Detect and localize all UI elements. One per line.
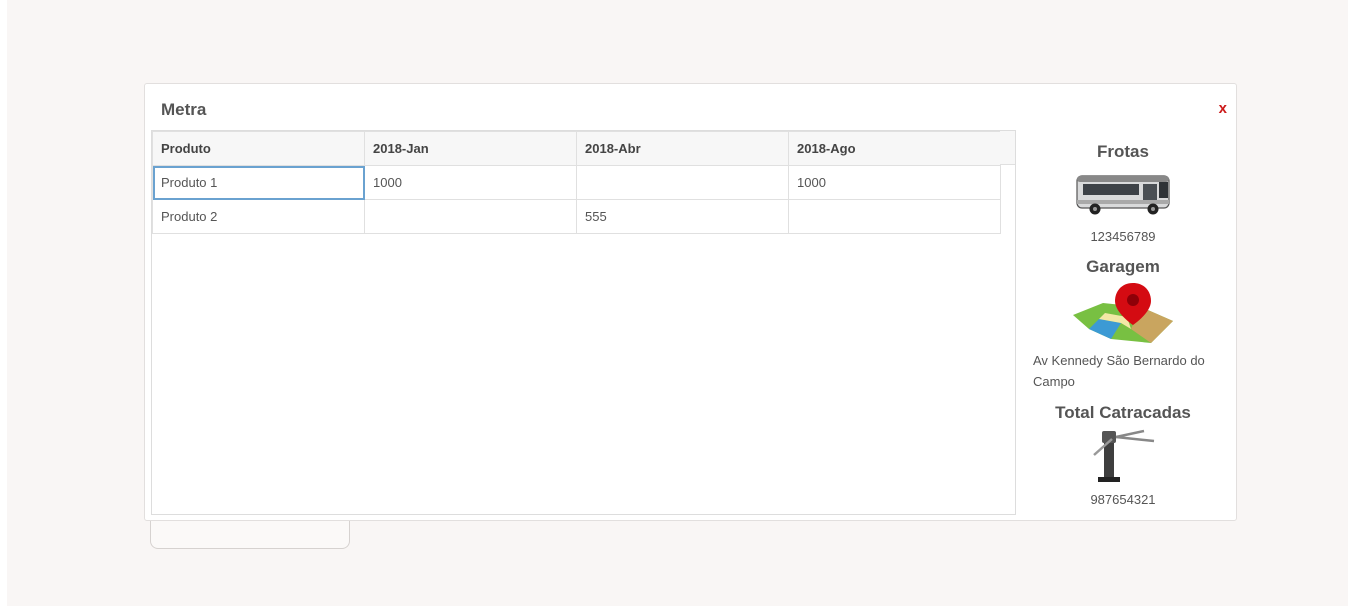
product-grid: Produto 2018-Jan 2018-Abr 2018-Ago Produ… [151,130,1016,515]
map-pin-icon [1023,281,1223,350]
header-scrollbar-spacer [1000,131,1015,165]
table-cell[interactable] [576,165,789,200]
turnstiles-heading: Total Catracadas [1055,403,1191,422]
table-row: Produto 2 555 [152,199,1001,234]
product-table: Produto 2018-Jan 2018-Abr 2018-Ago Produ… [152,131,1001,234]
garage-heading: Garagem [1086,257,1160,276]
table-cell[interactable]: 1000 [788,165,1001,200]
table-cell[interactable] [364,199,577,234]
product-modal: Metra x Produto 2018-Jan 2018-Abr 2018-A… [144,83,1237,521]
info-panel: Frotas 123456789 Garagem Av Kennedy São … [1023,130,1223,507]
column-header-produto[interactable]: Produto [152,131,365,166]
table-cell[interactable]: 1000 [364,165,577,200]
table-cell[interactable]: 555 [576,199,789,234]
table-cell[interactable] [788,199,1001,234]
table-cell[interactable]: Produto 1 [152,165,365,200]
turnstiles-value: 987654321 [1090,492,1156,507]
close-button[interactable]: x [1219,100,1227,117]
column-header-2018-ago[interactable]: 2018-Ago [788,131,1001,166]
column-header-2018-abr[interactable]: 2018-Abr [576,131,789,166]
garage-address: Av Kennedy São Bernardo do Campo [1033,353,1205,389]
modal-title: Metra [161,100,207,119]
table-header-row: Produto 2018-Jan 2018-Abr 2018-Ago [152,131,1001,166]
bus-icon [1023,170,1223,223]
turnstile-icon [1023,427,1223,490]
table-row: Produto 1 1000 1000 [152,165,1001,200]
fleet-heading: Frotas [1097,142,1149,161]
fleet-value: 123456789 [1090,229,1156,244]
column-header-2018-jan[interactable]: 2018-Jan [364,131,577,166]
table-cell[interactable]: Produto 2 [152,199,365,234]
